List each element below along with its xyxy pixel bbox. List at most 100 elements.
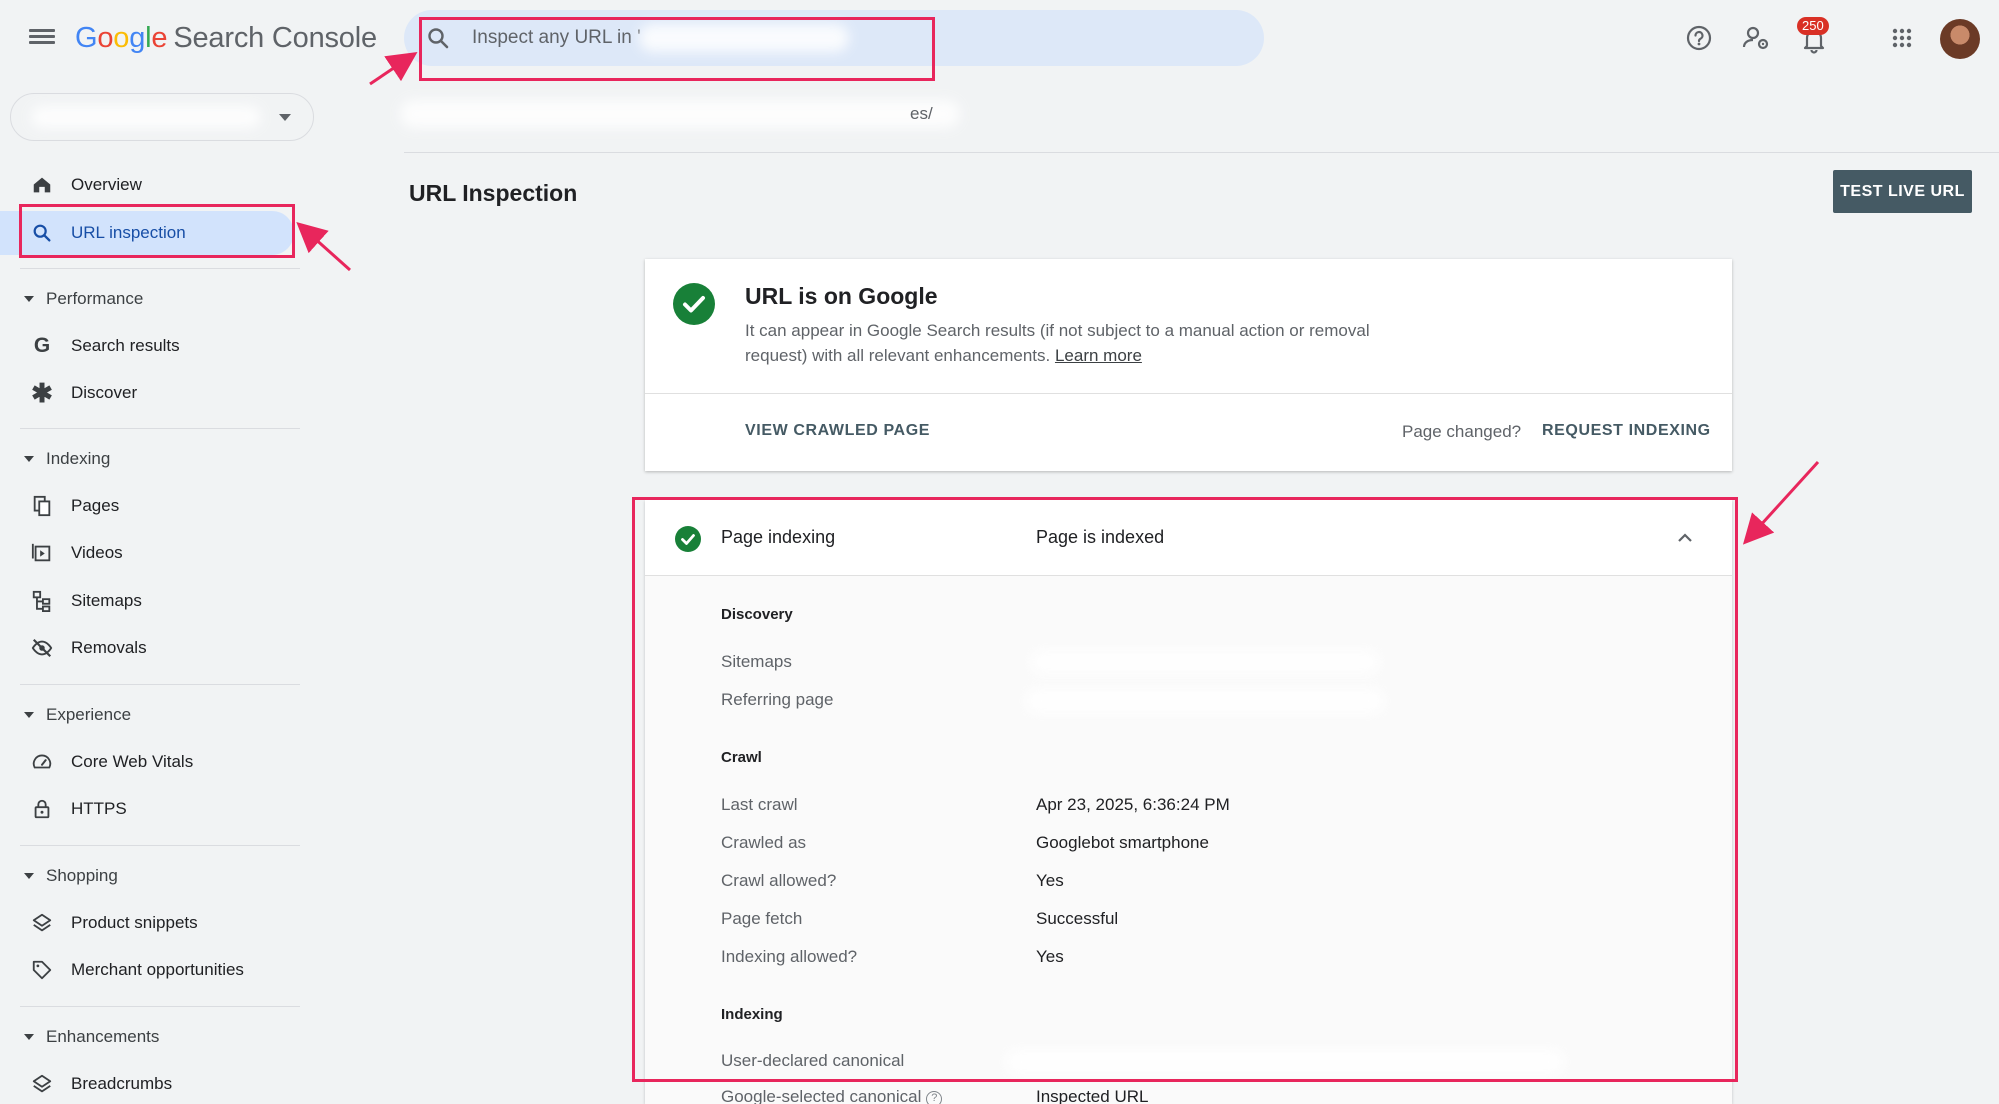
- sidebar-item-product-snippets[interactable]: Product snippets: [20, 901, 300, 945]
- logo-letter: g: [129, 22, 146, 54]
- sidebar-item-label: HTTPS: [71, 799, 127, 818]
- main-menu-icon[interactable]: [29, 26, 55, 52]
- user-declared-canonical-label: User-declared canonical: [721, 1051, 905, 1070]
- breadcrumb-url-tail: es/: [910, 104, 933, 123]
- google-g-icon: G: [33, 334, 51, 357]
- sidebar-item-videos[interactable]: Videos: [20, 531, 300, 575]
- redacted-referring-url: [1025, 688, 1385, 714]
- check-circle-icon: [675, 526, 701, 552]
- page-indexing-header[interactable]: Page indexing Page is indexed: [645, 500, 1732, 576]
- user-settings-icon[interactable]: [1738, 20, 1774, 56]
- search-icon: [428, 28, 449, 49]
- sidebar-section-experience[interactable]: Experience: [24, 700, 131, 730]
- sidebar-section-indexing[interactable]: Indexing: [24, 444, 110, 474]
- property-selector[interactable]: [10, 93, 314, 141]
- referring-page-label: Referring page: [721, 690, 834, 709]
- sidebar-item-sitemaps[interactable]: Sitemaps: [20, 579, 300, 623]
- top-app-bar: GoogleSearch Console 250: [0, 0, 1999, 80]
- page-title: URL Inspection: [409, 180, 578, 206]
- sidebar-item-discover[interactable]: ✱ Discover: [20, 371, 300, 415]
- request-indexing-button[interactable]: REQUEST INDEXING: [1542, 422, 1711, 440]
- discover-asterisk-icon: ✱: [31, 377, 53, 408]
- sidebar-section-enhancements[interactable]: Enhancements: [24, 1022, 159, 1052]
- logo-letter: o: [113, 22, 130, 54]
- chevron-up-icon[interactable]: [1676, 530, 1694, 544]
- collapse-arrow-icon: [24, 873, 34, 879]
- sidebar-item-breadcrumbs[interactable]: Breadcrumbs: [20, 1062, 300, 1104]
- search-icon: [29, 220, 55, 246]
- sidebar-item-label: Removals: [71, 638, 147, 657]
- sidebar-item-label: Pages: [71, 496, 120, 515]
- sidebar-item-label: Merchant opportunities: [71, 960, 244, 979]
- collapse-arrow-icon: [24, 456, 34, 462]
- url-inspect-search-bar[interactable]: [404, 10, 1264, 66]
- collapse-arrow-icon: [24, 1034, 34, 1040]
- sidebar-item-merchant-opportunities[interactable]: Merchant opportunities: [20, 948, 300, 992]
- sidebar-section-label: Shopping: [46, 866, 118, 885]
- logo-letter: o: [97, 22, 114, 54]
- sidebar-divider: [20, 684, 300, 685]
- account-avatar[interactable]: [1940, 19, 1980, 59]
- google-apps-grid-icon[interactable]: [1884, 20, 1920, 56]
- indexing-header: Indexing: [721, 1006, 783, 1023]
- last-crawl-value: Apr 23, 2025, 6:36:24 PM: [1036, 795, 1230, 814]
- sidebar-item-label: Videos: [71, 543, 123, 562]
- help-circle-icon[interactable]: ?: [926, 1091, 943, 1104]
- sidebar-divider: [20, 845, 300, 846]
- sidebar-item-search-results[interactable]: G Search results: [20, 324, 300, 368]
- notification-count-badge: 250: [1797, 17, 1829, 35]
- sidebar-item-removals[interactable]: Removals: [20, 626, 300, 670]
- speedometer-icon: [29, 749, 55, 775]
- check-circle-icon: [673, 283, 715, 325]
- crawl-header: Crawl: [721, 749, 762, 766]
- dropdown-caret-icon: [279, 114, 291, 121]
- sidebar-section-shopping[interactable]: Shopping: [24, 861, 118, 891]
- eye-off-icon: [29, 635, 55, 661]
- google-search-console-logo[interactable]: Google Search Console: [75, 22, 377, 55]
- arrow-to-indexing-panel: [1742, 460, 1820, 545]
- learn-more-link[interactable]: Learn more: [1055, 346, 1142, 365]
- sidebar-section-label: Enhancements: [46, 1027, 160, 1046]
- sidebar-item-label: Breadcrumbs: [71, 1074, 173, 1093]
- view-crawled-page-button[interactable]: VIEW CRAWLED PAGE: [745, 422, 930, 440]
- page-indexing-panel: Page indexing Page is indexed Discovery …: [645, 500, 1732, 1104]
- redacted-property-name: [31, 106, 261, 128]
- sidebar-section-label: Indexing: [46, 449, 111, 468]
- help-icon[interactable]: [1681, 20, 1717, 56]
- sidebar-item-core-web-vitals[interactable]: Core Web Vitals: [20, 740, 300, 784]
- lock-icon: [29, 796, 55, 822]
- page-fetch-value: Successful: [1036, 909, 1119, 928]
- inspected-url-breadcrumb: es/: [400, 96, 980, 132]
- pages-icon: [29, 493, 55, 519]
- sidebar-item-label: Search results: [71, 336, 180, 355]
- redacted-property-url: [639, 24, 849, 52]
- discovery-header: Discovery: [721, 606, 793, 623]
- sidebar-item-label: Overview: [71, 175, 142, 194]
- page-fetch-label: Page fetch: [721, 909, 803, 928]
- sidebar-item-overview[interactable]: Overview: [20, 163, 300, 207]
- google-selected-canonical-label: Google-selected canonical?: [721, 1087, 943, 1104]
- sidebar-item-url-inspection[interactable]: URL inspection: [0, 211, 294, 255]
- sidebar-item-https[interactable]: HTTPS: [20, 787, 300, 831]
- indexing-allowed-label: Indexing allowed?: [721, 947, 858, 966]
- crawled-as-value: Googlebot smartphone: [1036, 833, 1209, 852]
- tag-icon: [29, 957, 55, 983]
- logo-letter: G: [75, 22, 98, 54]
- page-indexing-label: Page indexing: [721, 527, 836, 547]
- sidebar-divider: [20, 428, 300, 429]
- last-crawl-label: Last crawl: [721, 795, 798, 814]
- page-indexing-value: Page is indexed: [1036, 527, 1165, 547]
- sidebar-section-performance[interactable]: Performance: [24, 284, 143, 314]
- logo-letter: e: [151, 22, 168, 54]
- sidebar-item-pages[interactable]: Pages: [20, 484, 300, 528]
- crawled-as-label: Crawled as: [721, 833, 807, 852]
- crawl-allowed-value: Yes: [1036, 871, 1064, 890]
- sidebar-item-label: Sitemaps: [71, 591, 142, 610]
- collapse-arrow-icon: [24, 712, 34, 718]
- collapse-arrow-icon: [24, 296, 34, 302]
- url-status-card: URL is on Google It can appear in Google…: [645, 259, 1732, 471]
- layers-icon: [29, 1071, 55, 1097]
- test-live-url-button[interactable]: TEST LIVE URL: [1833, 170, 1972, 213]
- sidebar-section-label: Performance: [46, 289, 144, 308]
- redacted-url: [400, 100, 960, 128]
